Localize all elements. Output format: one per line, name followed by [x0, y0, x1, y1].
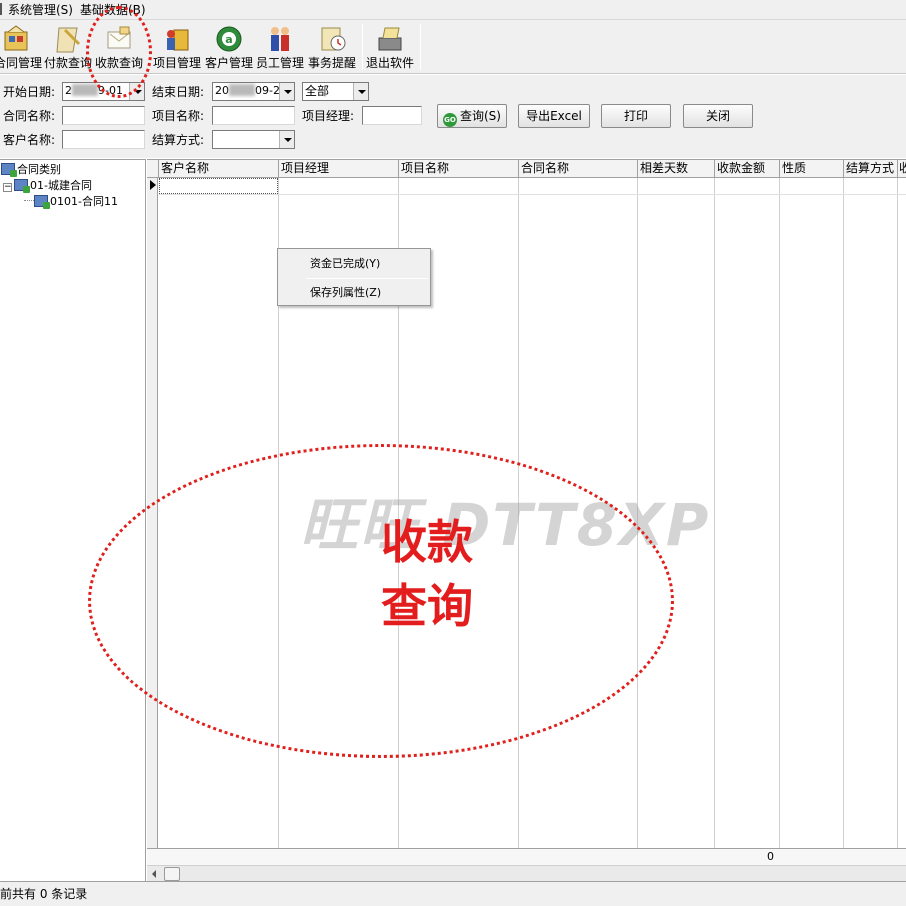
- menu-item-funds-completed[interactable]: 资金已完成(Y): [280, 252, 428, 276]
- redacted-year: [72, 84, 98, 96]
- contract-management-button[interactable]: 合同管理: [0, 22, 43, 72]
- close-button[interactable]: 关闭: [683, 104, 753, 128]
- toolbar-label: 客户管理: [205, 56, 254, 70]
- customer-management-button[interactable]: a 客户管理: [205, 22, 253, 72]
- column-header[interactable]: 收款金额: [715, 160, 780, 178]
- project-manager-input[interactable]: [362, 106, 422, 125]
- customer-name-input[interactable]: [62, 130, 145, 149]
- contract-name-label: 合同名称:: [3, 109, 56, 123]
- category-icon: [1, 163, 17, 177]
- context-menu: 资金已完成(Y) 保存列属性(Z): [277, 248, 431, 306]
- annotation-text-line1: 收款: [381, 515, 473, 569]
- column-header[interactable]: 客户名称: [159, 160, 279, 178]
- exit-icon: [378, 27, 402, 51]
- contract-icon: [4, 25, 28, 51]
- toolbar-separator: [420, 24, 421, 70]
- go-icon: GO: [443, 113, 457, 127]
- scroll-left-icon[interactable]: [147, 866, 163, 882]
- tree-leaf-label: 0101-合同11: [50, 195, 118, 208]
- toolbar-label: 项目管理: [153, 56, 202, 70]
- settlement-label: 结算方式:: [152, 133, 205, 147]
- record-count: 前共有 0 条记录: [0, 887, 88, 901]
- grid-footer: 0: [147, 848, 906, 865]
- contract-name-input[interactable]: [62, 106, 145, 125]
- column-header[interactable]: 收: [898, 160, 906, 178]
- svg-text:a: a: [225, 33, 232, 46]
- category-icon: [14, 179, 30, 193]
- end-date-picker[interactable]: 20 09-28: [212, 82, 295, 101]
- project-name-label: 项目名称:: [152, 109, 205, 123]
- settlement-select[interactable]: [212, 130, 295, 149]
- chevron-down-icon[interactable]: [353, 83, 368, 100]
- column-header[interactable]: 性质: [780, 160, 844, 178]
- current-row-arrow-icon: [150, 180, 156, 190]
- toolbar-label: 退出软件: [366, 56, 415, 70]
- receipt-total: 0: [767, 850, 774, 863]
- employee-management-button[interactable]: 员工管理: [256, 22, 304, 72]
- start-date-label: 开始日期:: [3, 85, 56, 99]
- tree-node-label: 01-城建合同: [30, 179, 92, 192]
- collapse-icon[interactable]: −: [3, 183, 12, 192]
- chevron-down-icon[interactable]: [279, 83, 294, 100]
- toolbar-label: 合同管理: [0, 56, 43, 70]
- focused-cell[interactable]: [159, 178, 278, 194]
- chevron-down-icon[interactable]: [279, 131, 294, 148]
- column-header[interactable]: 结算方式: [844, 160, 898, 178]
- grid-corner: [147, 160, 159, 178]
- column-divider: [779, 178, 780, 848]
- end-date-prefix: 20: [215, 84, 229, 97]
- tree-connector: [24, 200, 34, 201]
- toolbar-label: 付款查询: [44, 56, 93, 70]
- annotation-text-line2: 查询: [381, 579, 473, 633]
- query-button-label: 查询(S): [460, 109, 501, 123]
- project-name-input[interactable]: [212, 106, 295, 125]
- start-date-prefix: 2: [65, 84, 72, 97]
- column-header[interactable]: 项目经理: [279, 160, 399, 178]
- project-management-button[interactable]: 项目管理: [153, 22, 201, 72]
- contract-node-icon: [34, 195, 50, 209]
- column-header[interactable]: 项目名称: [399, 160, 519, 178]
- column-divider: [897, 178, 898, 848]
- tree-root[interactable]: 合同类别: [1, 162, 61, 178]
- print-button[interactable]: 打印: [601, 104, 671, 128]
- reminder-icon: [321, 27, 346, 51]
- redacted-year: [229, 84, 255, 96]
- toolbar-label: 员工管理: [256, 56, 305, 70]
- row-divider: [159, 194, 906, 195]
- query-button[interactable]: GO 查询(S): [437, 104, 507, 128]
- tree-leaf-contract11[interactable]: 0101-合同11: [24, 194, 118, 210]
- scroll-thumb[interactable]: [164, 867, 180, 881]
- exit-button[interactable]: 退出软件: [366, 22, 414, 72]
- menu-system[interactable]: 系统管理(S): [8, 2, 73, 18]
- employee-icon: [271, 27, 289, 51]
- column-header[interactable]: 合同名称: [519, 160, 638, 178]
- horizontal-scrollbar[interactable]: [147, 865, 906, 882]
- payment-query-icon: [56, 27, 81, 53]
- reminder-button[interactable]: 事务提醒: [308, 22, 356, 72]
- tree-node-city-contract[interactable]: − 01-城建合同: [3, 178, 92, 194]
- customer-icon: a: [216, 26, 242, 52]
- customer-name-label: 客户名称:: [3, 133, 56, 147]
- project-icon: [167, 29, 189, 51]
- project-manager-label: 项目经理:: [302, 109, 355, 123]
- end-date-label: 结束日期:: [152, 85, 205, 99]
- toolbar-separator: [362, 24, 363, 70]
- scope-select[interactable]: 全部: [302, 82, 369, 101]
- contract-category-tree: 合同类别 − 01-城建合同 0101-合同11: [0, 159, 146, 881]
- menu-item-save-column-props[interactable]: 保存列属性(Z): [280, 281, 428, 305]
- tree-root-label: 合同类别: [17, 163, 61, 176]
- scope-value: 全部: [305, 84, 330, 98]
- status-bar: 前共有 0 条记录: [0, 881, 906, 906]
- payment-query-button[interactable]: 付款查询: [44, 22, 92, 72]
- column-divider: [843, 178, 844, 848]
- column-divider: [714, 178, 715, 848]
- menu-separator: [306, 278, 428, 279]
- export-excel-button[interactable]: 导出Excel: [518, 104, 590, 128]
- system-menu-icon[interactable]: [0, 3, 4, 15]
- column-header[interactable]: 相差天数: [638, 160, 715, 178]
- annotation-ring-toolbar: [86, 6, 152, 98]
- toolbar-label: 事务提醒: [308, 56, 357, 70]
